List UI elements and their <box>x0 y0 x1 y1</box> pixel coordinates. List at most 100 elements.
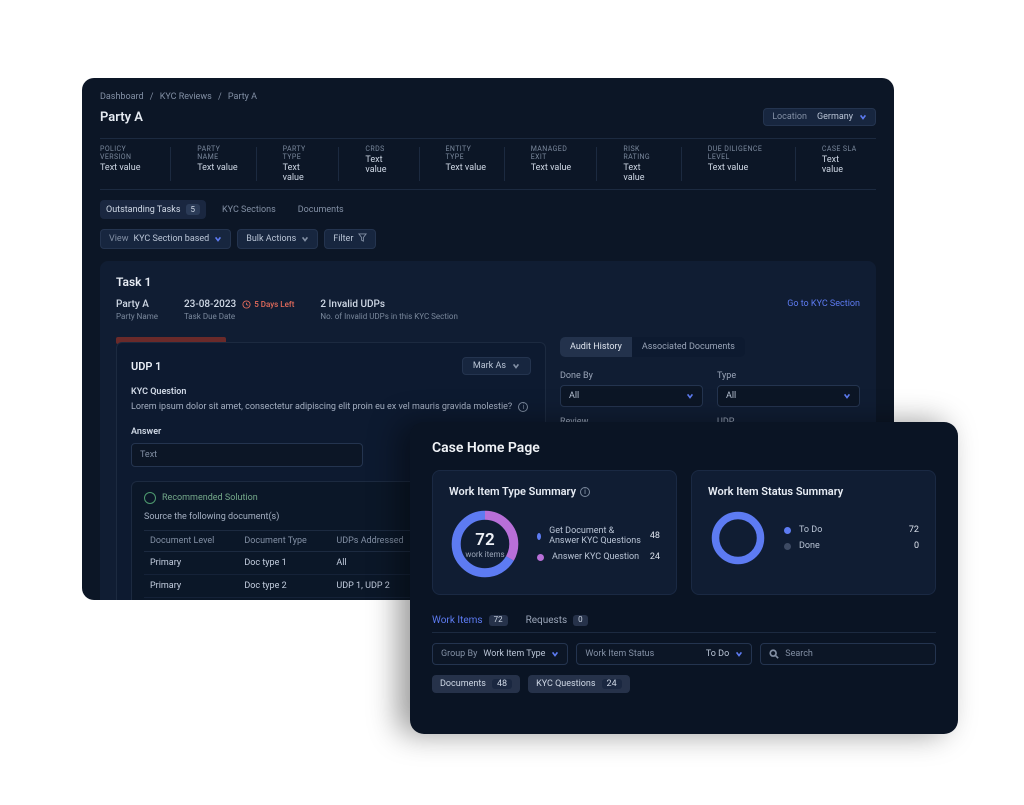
tab-label: Work Items <box>432 615 483 626</box>
search-input[interactable]: Search <box>760 643 936 665</box>
info-icon[interactable]: i <box>580 487 590 497</box>
type-label: Type <box>717 371 860 381</box>
tab-documents[interactable]: Documents <box>292 201 350 219</box>
chip-count: 24 <box>602 679 622 689</box>
metric-label: PARTY NAME <box>197 145 238 161</box>
overlay-window: Case Home Page Work Item Type Summary i … <box>410 422 958 734</box>
status-donut-chart <box>708 508 768 568</box>
tab-requests[interactable]: Requests 0 <box>526 615 588 626</box>
tab-outstanding[interactable]: Outstanding Tasks 5 <box>100 200 206 219</box>
metrics-strip: POLICY VERSION Text value PARTY NAME Text v… <box>100 138 876 190</box>
metric-label: PARTY TYPE <box>283 145 322 161</box>
meta-label: Task Due Date <box>184 312 294 321</box>
search-placeholder: Search <box>785 649 813 659</box>
view-select[interactable]: View KYC Section based <box>100 229 231 249</box>
location-select[interactable]: Location Germany <box>763 108 876 126</box>
chevron-down-icon <box>859 113 867 121</box>
top-tabs: Outstanding Tasks 5 KYC Sections Documen… <box>100 200 876 219</box>
status-legend: To Do72Done0 <box>784 525 919 551</box>
bulk-actions-button[interactable]: Bulk Actions <box>237 229 318 249</box>
page-title: Party A <box>100 110 143 125</box>
legend-value: 48 <box>650 531 660 541</box>
chevron-down-icon <box>551 650 559 658</box>
col-header: Document Level <box>144 530 238 551</box>
cell-level: Primary <box>144 551 238 574</box>
type-donut-chart: 72 work items <box>449 508 521 580</box>
meta-label: Party Name <box>116 312 158 321</box>
select-value: Work Item Type <box>483 649 545 659</box>
lower-tabs: Work Items 72 Requests 0 <box>432 615 936 633</box>
filter-chip[interactable]: KYC Questions 24 <box>528 675 630 693</box>
mark-as-label: Mark As <box>473 361 506 371</box>
chevron-down-icon <box>686 392 694 400</box>
legend-item: To Do 72 <box>784 525 919 535</box>
legend-swatch <box>537 533 541 540</box>
chip-count: 48 <box>492 679 512 689</box>
groupby-select[interactable]: Group By Work Item Type <box>432 643 568 665</box>
metric-label: CRDS <box>365 145 401 153</box>
donut-value: 72 <box>475 530 494 550</box>
task-party: Party A Party Name <box>116 299 158 321</box>
meta-value: 2 Invalid UDPs <box>320 299 458 310</box>
doneby-select[interactable]: All <box>560 385 703 407</box>
metric-label: MANAGED EXIT <box>531 145 580 161</box>
metric-value: Text value <box>365 155 401 175</box>
filter-label: Filter <box>333 234 353 244</box>
tab-label: Outstanding Tasks <box>106 205 181 215</box>
type-legend: Get Document & Answer KYC Questions 48 Ans… <box>537 526 660 562</box>
task-title: Task 1 <box>116 275 860 289</box>
chevron-down-icon <box>843 392 851 400</box>
filter-chip[interactable]: Documents 48 <box>432 675 520 693</box>
breadcrumb-item[interactable]: Party A <box>228 92 257 102</box>
question-label: KYC Question <box>131 387 531 397</box>
chip-row: Documents 48 KYC Questions 24 <box>432 675 936 693</box>
metric-value: Text value <box>100 163 153 173</box>
filter-button[interactable]: Filter <box>324 229 376 249</box>
select-value: All <box>726 391 736 401</box>
metric-label: CASE SLA <box>822 145 858 153</box>
metric-label: POLICY VERSION <box>100 145 153 161</box>
status-select[interactable]: Work Item Status To Do <box>576 643 752 665</box>
go-to-kyc-link[interactable]: Go to KYC Section <box>787 299 860 321</box>
info-icon[interactable]: i <box>518 402 528 412</box>
breadcrumb-item[interactable]: KYC Reviews <box>160 92 212 102</box>
legend-value: 72 <box>909 525 919 535</box>
doneby-label: Done By <box>560 371 703 381</box>
mark-as-select[interactable]: Mark As <box>462 357 531 375</box>
answer-input[interactable]: Text <box>131 443 363 467</box>
metric-value: Text value <box>708 163 778 173</box>
metric: RISK RATINGText value <box>623 145 681 183</box>
legend-label: Get Document & Answer KYC Questions <box>549 526 642 546</box>
search-icon <box>769 649 779 659</box>
type-select[interactable]: All <box>717 385 860 407</box>
tab-work-items[interactable]: Work Items 72 <box>432 615 508 626</box>
metric-value: Text value <box>446 163 487 173</box>
location-value: Germany <box>817 112 853 122</box>
chip-label: Documents <box>440 679 486 689</box>
days-left-label: 5 Days Left <box>254 300 294 309</box>
legend-swatch <box>537 554 544 561</box>
breadcrumb: Dashboard / KYC Reviews / Party A <box>100 92 876 102</box>
chevron-down-icon <box>214 235 222 243</box>
status-summary-card: Work Item Status Summary To Do72Done0 <box>691 470 936 595</box>
tab-kyc-sections[interactable]: KYC Sections <box>216 201 282 219</box>
chip-label: KYC Questions <box>536 679 595 689</box>
tab-count: 0 <box>573 615 588 626</box>
legend-label: To Do <box>799 525 822 535</box>
legend-swatch <box>784 527 791 534</box>
legend-item: Get Document & Answer KYC Questions 48 <box>537 526 660 546</box>
tab-audit-history[interactable]: Audit History <box>560 337 632 357</box>
metric: MANAGED EXITText value <box>531 145 598 183</box>
breadcrumb-item[interactable]: Dashboard <box>100 92 144 102</box>
metric-label: ENTITY TYPE <box>446 145 487 161</box>
tab-associated-docs[interactable]: Associated Documents <box>632 337 745 357</box>
metric: CASE SLAText value <box>822 145 876 183</box>
view-label: View <box>109 234 128 244</box>
metric-value: Text value <box>197 163 238 173</box>
chevron-down-icon <box>735 650 743 658</box>
legend-label: Answer KYC Question <box>552 552 639 562</box>
overlay-title: Case Home Page <box>432 440 936 456</box>
chevron-down-icon <box>301 235 309 243</box>
meta-value: 23-08-2023 <box>184 299 236 310</box>
udp-title: UDP 1 <box>131 360 161 373</box>
